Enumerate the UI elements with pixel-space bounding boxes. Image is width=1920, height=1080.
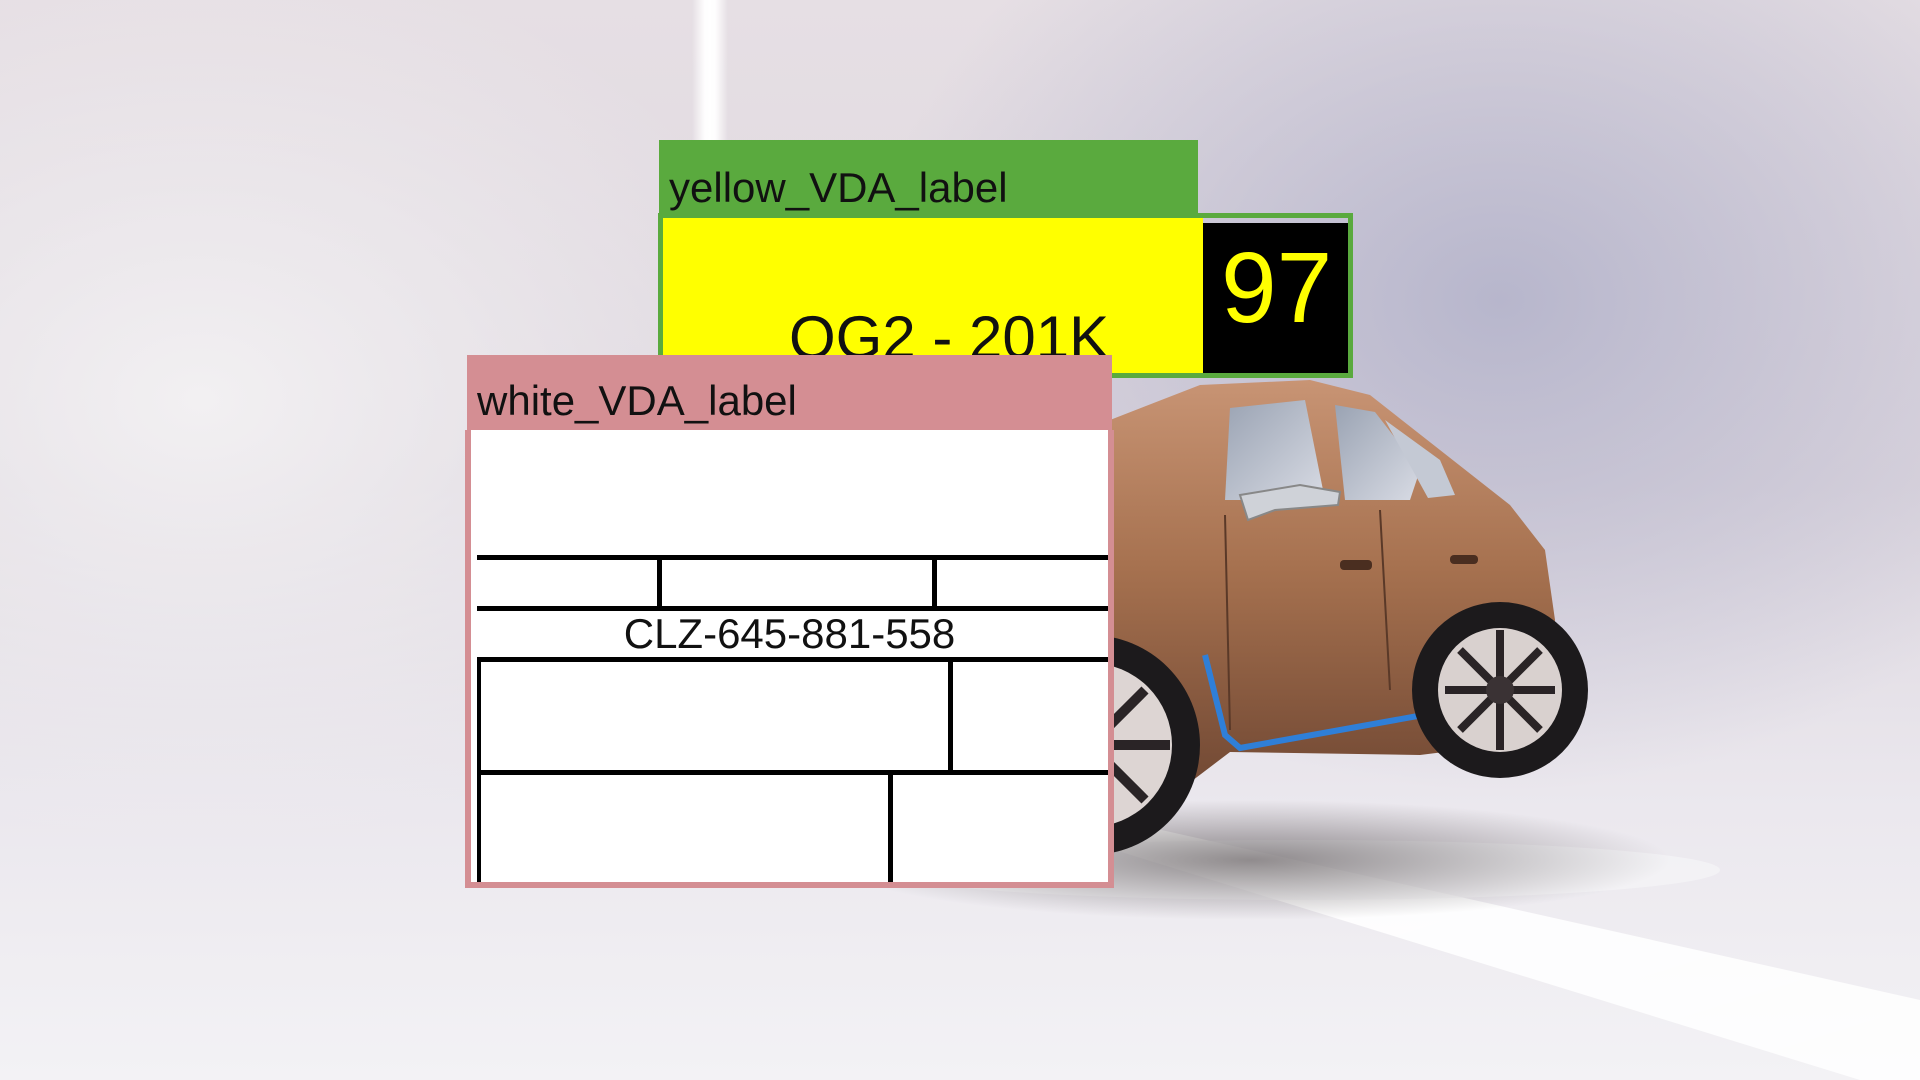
white-label-divider [657,560,662,608]
white-label-divider [888,775,893,882]
door-handle-front [1340,560,1372,570]
white-label-divider [477,662,481,882]
white-label-divider [477,555,1108,560]
yellow-label-body: QG2 - 201K [663,218,1203,373]
yellow-label-number-box: 97 [1203,223,1348,373]
white-label-divider [932,560,937,608]
door-handle-rear [1450,555,1478,564]
white-label-divider [948,662,953,772]
white-label-divider [477,657,1108,662]
yellow-label-title: yellow_VDA_label [669,164,1008,211]
yellow-label-box: QG2 - 201K 97 [658,213,1353,378]
white-label-code: CLZ-645-881-558 [623,610,956,657]
yellow-label-number: 97 [1221,232,1333,344]
white-label-title: white_VDA_label [477,377,797,424]
white-label-box: CLZ-645-881-558 [465,430,1114,888]
white-label-divider [477,770,1108,775]
studio-scene: yellow_VDA_label QG2 - 201K 97 white_VDA… [0,0,1920,1080]
yellow-label-header: yellow_VDA_label [659,140,1198,216]
white-label-header: white_VDA_label [467,355,1112,433]
